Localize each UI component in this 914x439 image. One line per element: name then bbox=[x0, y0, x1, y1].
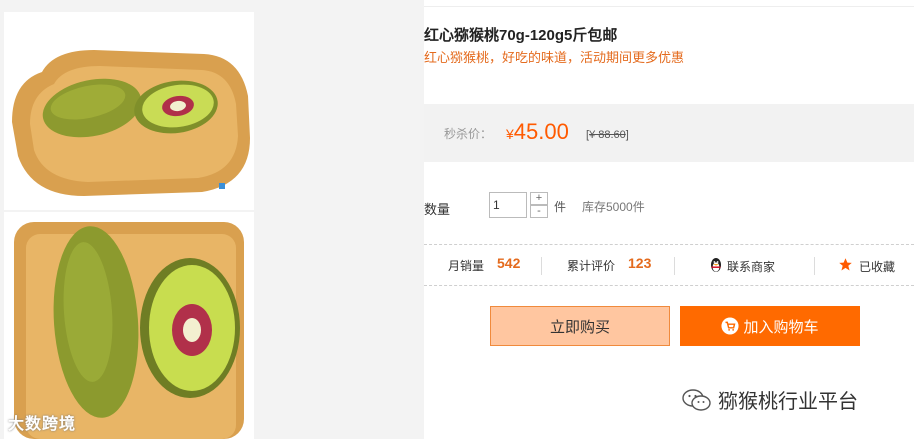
stats-bar: 月销量 542 累计评价 123 联系商家 已收藏 bbox=[424, 244, 914, 286]
original-price-value: ¥ 88.60 bbox=[589, 129, 626, 141]
product-title: 红心猕猴桃70g-120g5斤包邮 bbox=[424, 27, 618, 44]
product-image-2[interactable] bbox=[4, 212, 254, 439]
contact-seller-link[interactable]: 联系商家 bbox=[709, 257, 775, 276]
sale-price-value: 45.00 bbox=[513, 119, 569, 144]
divider bbox=[424, 6, 914, 7]
buy-now-button[interactable]: 立即购买 bbox=[490, 306, 670, 346]
wechat-icon bbox=[682, 388, 711, 411]
original-price: [¥ 88.60] bbox=[586, 129, 629, 141]
buy-now-label: 立即购买 bbox=[549, 318, 610, 336]
wechat-watermark: 猕猴桃行业平台 bbox=[682, 385, 858, 414]
qq-penguin-icon bbox=[709, 257, 723, 276]
product-info-panel: 红心猕猴桃70g-120g5斤包邮 红心猕猴桃，好吃的味道，活动期间更多优惠 秒… bbox=[424, 0, 914, 439]
favorited-label: 已收藏 bbox=[859, 259, 896, 274]
monthly-sales-label: 月销量 bbox=[448, 259, 485, 273]
quantity-minus-button[interactable]: - bbox=[530, 205, 548, 218]
watermark-logo: 大数跨境 bbox=[8, 416, 77, 433]
star-icon bbox=[838, 257, 853, 275]
quantity-label: 数量 bbox=[424, 202, 451, 217]
original-price-bracket-close: ] bbox=[625, 129, 629, 141]
product-image-1[interactable] bbox=[4, 12, 254, 210]
divider bbox=[674, 257, 675, 275]
product-page: 大数跨境 红心猕猴桃70g-120g5斤包邮 红心猕猴桃，好吃的味道，活动期间更… bbox=[0, 0, 914, 439]
cart-icon bbox=[721, 317, 740, 335]
divider bbox=[541, 257, 542, 275]
quantity-unit: 件 bbox=[554, 200, 567, 214]
product-gallery: 大数跨境 bbox=[0, 0, 424, 439]
product-subtitle: 红心猕猴桃，好吃的味道，活动期间更多优惠 bbox=[424, 50, 685, 65]
contact-seller-label: 联系商家 bbox=[727, 260, 776, 274]
price-label: 秒杀价： bbox=[444, 127, 493, 141]
currency-symbol: ¥ bbox=[506, 126, 514, 142]
sale-price: ¥45.00 bbox=[506, 119, 569, 145]
gallery-indicator[interactable] bbox=[219, 183, 225, 189]
add-to-cart-button[interactable]: 加入购物车 bbox=[680, 306, 860, 346]
monthly-sales-value: 542 bbox=[497, 255, 521, 271]
reviews-value: 123 bbox=[628, 255, 652, 271]
stock-count: 库存5000件 bbox=[582, 200, 645, 214]
wechat-account-name: 猕猴桃行业平台 bbox=[718, 391, 858, 413]
quantity-plus-button[interactable]: + bbox=[530, 192, 548, 205]
divider bbox=[814, 257, 815, 275]
add-to-cart-label: 加入购物车 bbox=[743, 318, 819, 336]
reviews-label: 累计评价 bbox=[567, 259, 616, 273]
price-box: 秒杀价： ¥45.00 [¥ 88.60] bbox=[424, 104, 914, 162]
quantity-stepper: + - bbox=[530, 192, 549, 218]
quantity-input[interactable] bbox=[489, 192, 527, 218]
favorite-button[interactable]: 已收藏 bbox=[838, 257, 895, 275]
